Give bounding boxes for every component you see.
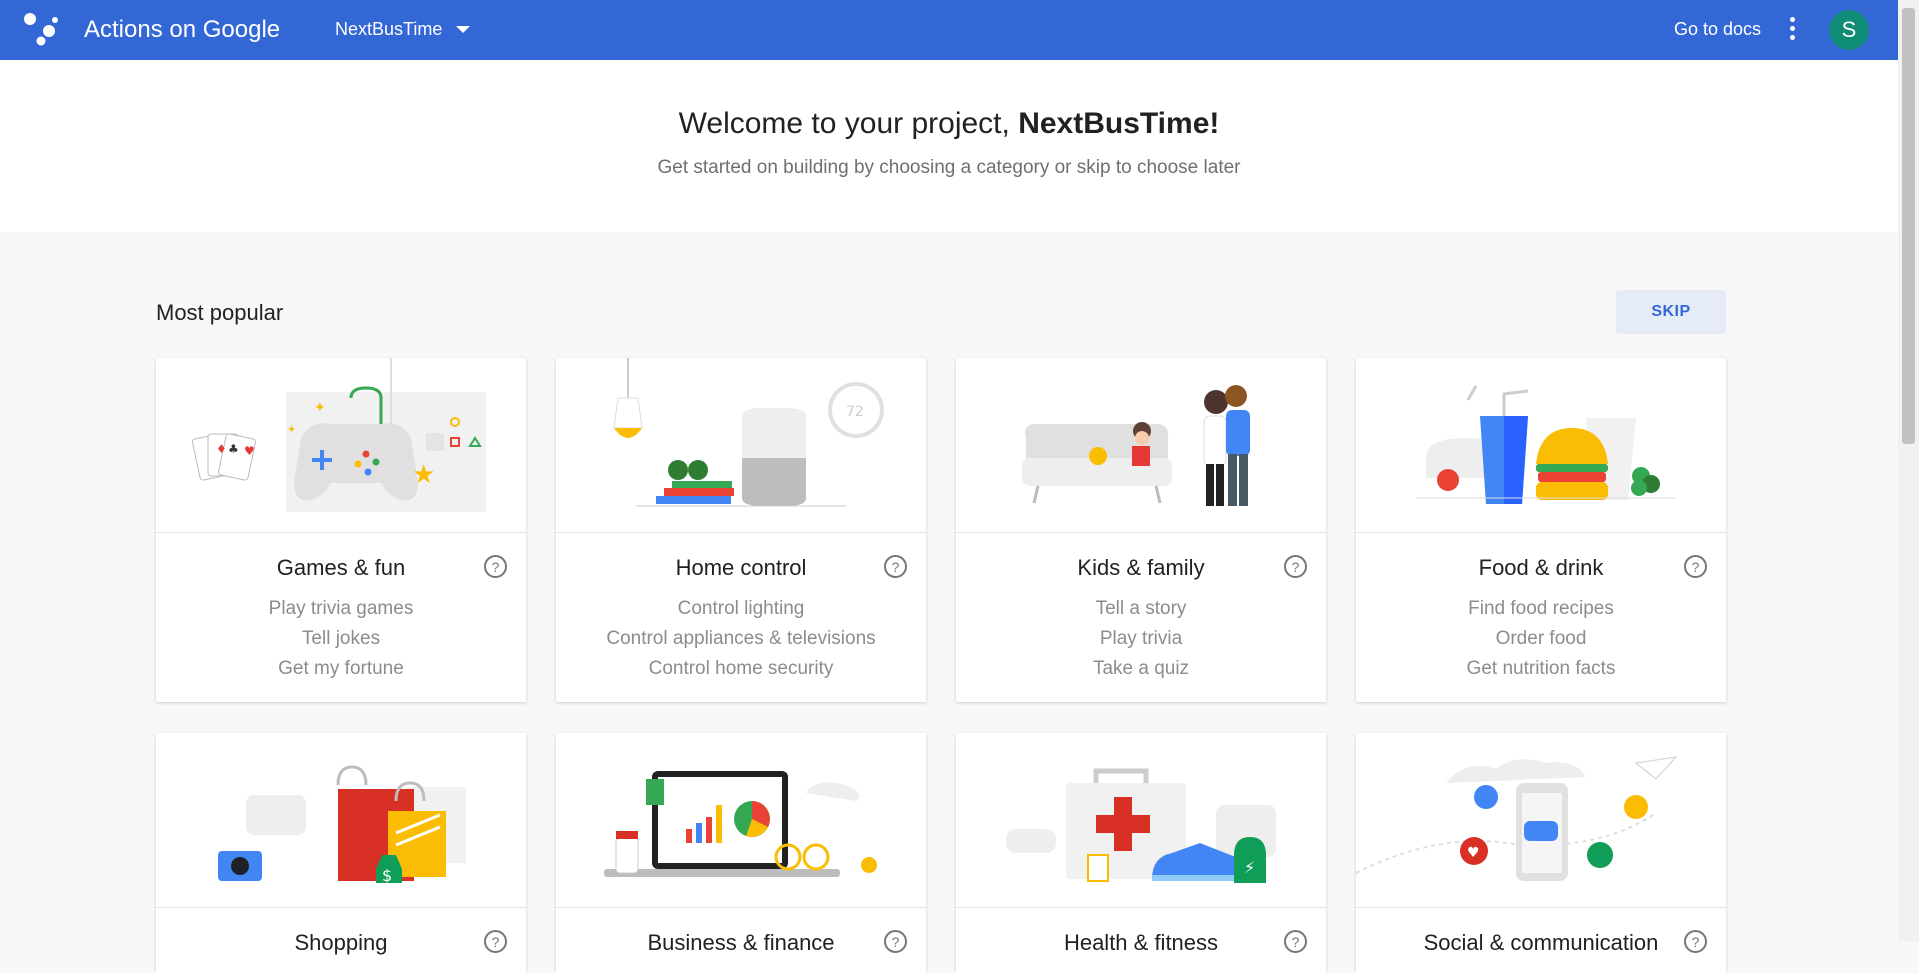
scrollbar-thumb[interactable] (1902, 8, 1915, 444)
help-icon[interactable]: ? (484, 930, 507, 953)
card-title: Games & fun (276, 555, 406, 580)
category-card-health-fitness[interactable]: ⚡ Health & fitness ? (956, 733, 1326, 973)
svg-text:$: $ (382, 866, 392, 885)
top-app-bar: Actions on Google NextBusTime Go to docs… (0, 0, 1898, 60)
category-card-games[interactable]: ♦ ♣ ♥ ✦ ✦ ★ Games & fun ? Play trivia ga… (156, 358, 526, 702)
welcome-project-name: NextBusTime! (1018, 107, 1220, 140)
category-card-shopping[interactable]: $ Shopping ? (156, 733, 526, 973)
svg-text:♣: ♣ (228, 442, 239, 456)
card-title: Kids & family (1077, 555, 1205, 580)
category-card-business-finance[interactable]: Business & finance ? (556, 733, 926, 973)
svg-text:⚡: ⚡ (1244, 858, 1255, 877)
help-icon[interactable]: ? (884, 930, 907, 953)
phone-chat-illustration-icon: ♥ (1356, 756, 1726, 908)
card-example: Order food (1495, 628, 1587, 649)
category-card-food-drink[interactable]: Food & drink ? Find food recipes Order f… (1356, 358, 1726, 702)
card-title: Social & communication (1423, 930, 1659, 955)
card-example: Play trivia games (268, 598, 414, 619)
burger-drink-illustration-icon (1356, 385, 1726, 533)
page-scrollbar[interactable] (1898, 0, 1919, 941)
svg-text:♥: ♥ (244, 444, 255, 458)
svg-text:72: 72 (846, 404, 864, 420)
svg-text:★: ★ (412, 460, 435, 490)
card-example: Control appliances & televisions (606, 628, 876, 649)
card-example: Take a quiz (1092, 658, 1190, 679)
card-title: Shopping (294, 930, 388, 955)
help-icon[interactable]: ? (1284, 930, 1307, 953)
skip-button[interactable]: SKIP (1616, 290, 1726, 334)
card-title: Business & finance (647, 930, 835, 955)
card-example: Play trivia (1099, 628, 1183, 649)
assistant-logo-icon[interactable] (22, 10, 62, 50)
help-icon[interactable]: ? (1684, 555, 1707, 578)
smart-home-illustration-icon: 72 (556, 358, 926, 533)
app-title[interactable]: Actions on Google (84, 16, 280, 44)
shopping-bags-illustration-icon: $ (156, 765, 526, 908)
svg-text:✦: ✦ (287, 423, 296, 436)
card-example: Tell a story (1095, 598, 1187, 619)
svg-text:✦: ✦ (314, 400, 326, 416)
help-icon[interactable]: ? (1684, 930, 1707, 953)
laptop-chart-illustration-icon (556, 771, 926, 908)
card-example: Control lighting (677, 598, 805, 619)
go-to-docs-link[interactable]: Go to docs (1674, 19, 1761, 40)
category-card-social-communication[interactable]: ♥ Social & communication ? (1356, 733, 1726, 973)
card-example: Get nutrition facts (1466, 658, 1616, 679)
card-example: Control home security (648, 658, 834, 679)
help-icon[interactable]: ? (484, 555, 507, 578)
section-title: Most popular (156, 300, 284, 325)
welcome-prefix: Welcome to your project, (678, 107, 1010, 140)
welcome-heading: Welcome to your project, NextBusTime! (0, 107, 1898, 141)
project-selector[interactable]: NextBusTime (335, 19, 471, 40)
card-example: Tell jokes (301, 628, 381, 649)
category-card-kids-family[interactable]: Kids & family ? Tell a story Play trivia… (956, 358, 1326, 702)
welcome-banner: Welcome to your project, NextBusTime! Ge… (0, 60, 1898, 232)
help-icon[interactable]: ? (1284, 555, 1307, 578)
card-title: Health & fitness (1063, 930, 1219, 955)
more-options-icon[interactable] (1786, 17, 1798, 43)
card-title: Home control (675, 555, 807, 580)
svg-text:♦: ♦ (216, 442, 227, 456)
svg-text:♥: ♥ (1467, 845, 1480, 861)
project-selector-label: NextBusTime (335, 19, 443, 39)
caret-down-icon (456, 26, 471, 33)
family-illustration-icon (956, 385, 1326, 533)
welcome-subtitle: Get started on building by choosing a ca… (657, 157, 1241, 178)
account-avatar[interactable]: S (1829, 10, 1869, 50)
card-example: Find food recipes (1468, 598, 1614, 619)
game-controller-illustration-icon: ♦ ♣ ♥ ✦ ✦ ★ (156, 358, 526, 533)
category-card-home-control[interactable]: 72 Home control ? Control lighting Contr… (556, 358, 926, 702)
card-example: Get my fortune (278, 658, 404, 679)
help-icon[interactable]: ? (884, 555, 907, 578)
card-title: Food & drink (1478, 555, 1604, 580)
first-aid-illustration-icon: ⚡ (956, 768, 1326, 908)
